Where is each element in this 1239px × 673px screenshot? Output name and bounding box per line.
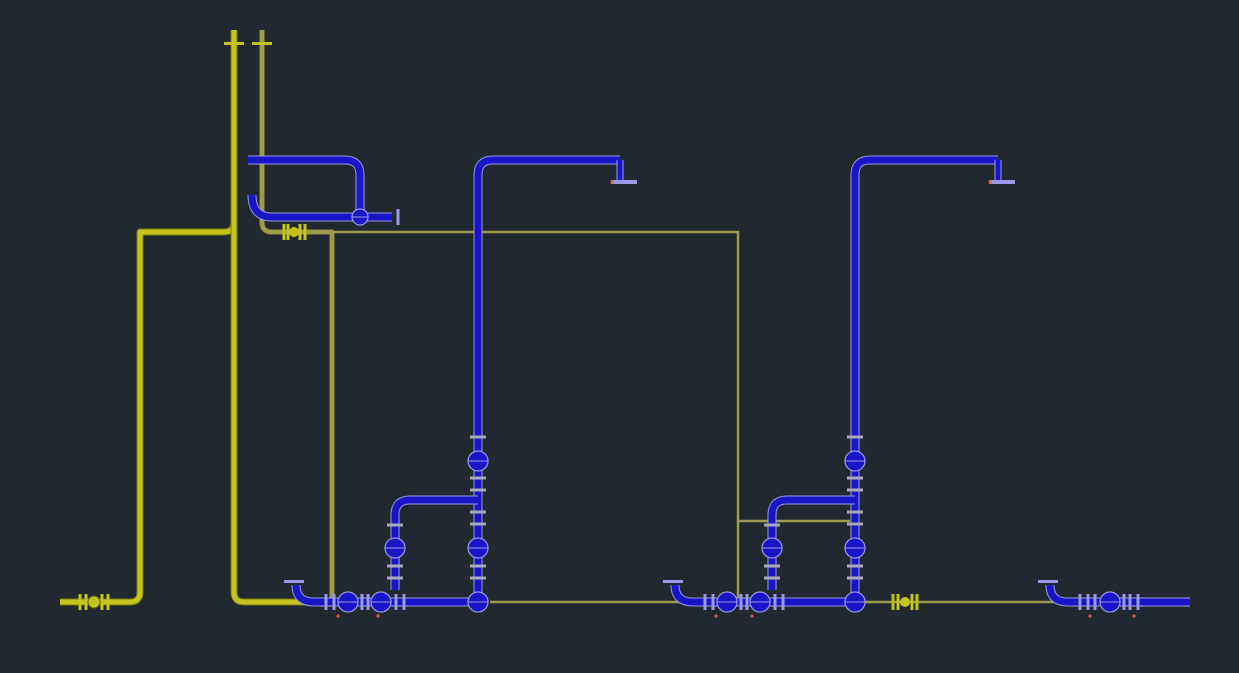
pump-unit-2-header-flange — [773, 594, 777, 610]
pump-unit-1-branch-flange — [387, 564, 403, 568]
vent-cap-icon — [224, 42, 244, 45]
pump-unit-1-header-flange — [332, 594, 336, 610]
pump-unit-2-main-flange — [847, 476, 863, 480]
gas-main-left — [60, 30, 237, 605]
marker-dot-icon — [714, 614, 718, 618]
pump-unit-1-branch-edge — [390, 495, 478, 590]
water-top-return — [248, 194, 392, 221]
gas-valve-left-icon — [87, 595, 101, 609]
pump-unit-3-flange — [1078, 594, 1082, 610]
gas-valve-flange — [303, 224, 307, 240]
water-riser-1 — [474, 156, 620, 600]
pump-unit-2-header-flange — [703, 594, 707, 610]
pump-unit-2-inlet-flange-icon — [663, 580, 683, 583]
marker-dot-icon — [750, 614, 754, 618]
pump-unit-1-main-flange — [470, 435, 486, 439]
water-riser-2 — [851, 156, 998, 600]
pump-unit-2-branch-flange — [764, 523, 780, 527]
pump-unit-2-branch-flange — [764, 576, 780, 580]
pump-unit-2-branch — [768, 496, 855, 590]
pump-unit-1-branch-flange — [387, 523, 403, 527]
top-end-flange — [396, 209, 400, 225]
pump-unit-3-inlet-flange-icon — [1038, 580, 1058, 583]
pump-unit-2-header-flange — [781, 594, 785, 610]
riser-2-cap-icon — [989, 180, 1015, 184]
gas-valve-flange — [286, 224, 290, 240]
pump-unit-2-header-flange — [745, 594, 749, 610]
pump-unit-2-main-flange — [847, 522, 863, 526]
pump-unit-2-main-flange — [847, 564, 863, 568]
marker-dot-icon — [336, 614, 340, 618]
gas-riser-right-edge — [259, 30, 335, 602]
gas-valve-flange — [282, 224, 286, 240]
gas-valve-flange — [84, 594, 88, 610]
water-riser-2-edge — [850, 155, 998, 600]
pump-unit-2-main-flange — [847, 576, 863, 580]
pump-unit-1-main-flange — [470, 476, 486, 480]
marker-dot-icon — [988, 180, 992, 184]
pump-unit-1-main-flange — [470, 564, 486, 568]
pump-unit-3-flange — [1136, 594, 1140, 610]
pump-unit-2-main-flange — [847, 435, 863, 439]
pump-unit-2-main-flange — [847, 510, 863, 514]
gas-valve-flange — [106, 594, 110, 610]
gas-valve-flange — [896, 594, 900, 610]
vent-cap-icon — [252, 42, 272, 45]
piping-diagram — [60, 30, 1190, 618]
gas-valve-flange — [298, 224, 302, 240]
pump-unit-1-header-flange — [324, 594, 328, 610]
gas-valve-flange — [78, 594, 82, 610]
pump-unit-3-flange — [1086, 594, 1090, 610]
pump-unit-3-flange — [1122, 594, 1126, 610]
pump-unit-1-branch-flange — [387, 576, 403, 580]
water-riser-1-edge — [473, 155, 620, 600]
gas-valve-flange — [910, 594, 914, 610]
pump-unit-2-main-flange — [847, 488, 863, 492]
pump-unit-3-flange — [1128, 594, 1132, 610]
pump-unit-1-inlet-flange-icon — [284, 580, 304, 583]
fittings — [284, 180, 1140, 618]
pump-unit-2-header-flange — [711, 594, 715, 610]
riser-1-cap-icon — [611, 180, 637, 184]
gas-riser-mid-edge — [230, 222, 330, 606]
gas-riser-mid — [231, 222, 330, 605]
gas-valve-flange — [100, 594, 104, 610]
pump-unit-1-header-flange — [402, 594, 406, 610]
pump-unit-1-main-flange — [470, 488, 486, 492]
marker-dot-icon — [1088, 614, 1092, 618]
pump-unit-2-branch-flange — [764, 564, 780, 568]
pump-unit-3-flange — [1093, 594, 1097, 610]
pump-unit-1-main-flange — [470, 510, 486, 514]
pump-unit-1-branch — [391, 496, 478, 590]
gas-main-left-edge — [60, 30, 238, 606]
pump-unit-1-main-flange — [470, 522, 486, 526]
marker-dot-icon — [376, 614, 380, 618]
marker-dot-icon — [1132, 614, 1136, 618]
pump-unit-1-main-flange — [470, 576, 486, 580]
pump-unit-2-branch-edge — [767, 495, 855, 590]
water-lines — [247, 155, 1190, 607]
gas-lines — [60, 30, 1060, 610]
gas-valve-flange — [891, 594, 895, 610]
gas-valve-top-icon — [289, 227, 299, 237]
gas-valve-right-icon — [900, 597, 910, 607]
pump-unit-2-header-flange — [739, 594, 743, 610]
pump-unit-1-header-flange — [366, 594, 370, 610]
marker-dot-icon — [610, 180, 614, 184]
gas-riser-right — [260, 30, 334, 602]
pump-unit-1-header-flange — [360, 594, 364, 610]
pump-unit-1-header-flange — [394, 594, 398, 610]
gas-valve-flange — [915, 594, 919, 610]
